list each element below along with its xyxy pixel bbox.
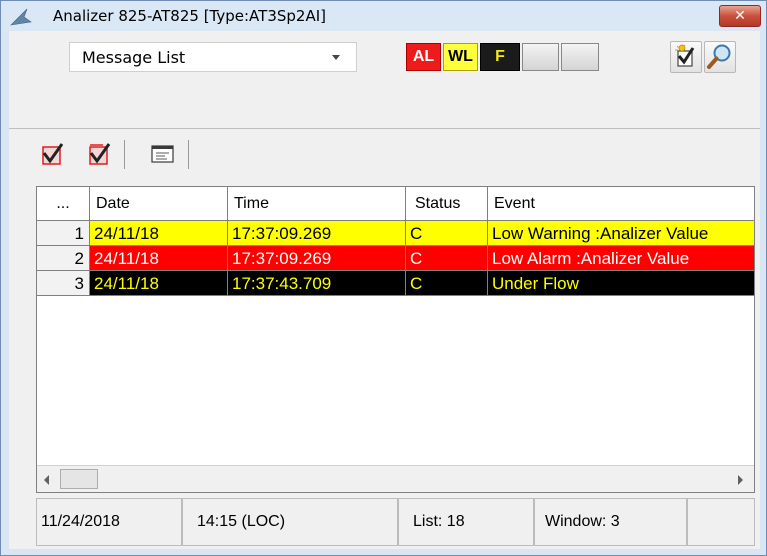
scroll-right-icon[interactable] — [738, 475, 743, 485]
alarm-flag[interactable]: AL — [406, 43, 441, 71]
horizontal-scrollbar[interactable] — [37, 465, 754, 492]
grid-header: ... Date Time Status Event — [37, 187, 754, 221]
acknowledge-all-button[interactable] — [87, 141, 113, 167]
column-header-index[interactable]: ... — [37, 187, 90, 220]
scrollbar-thumb[interactable] — [60, 469, 98, 489]
status-bar: 11/24/2018 14:15 (LOC) List: 18 Window: … — [36, 498, 755, 546]
row-time: 17:37:09.269 — [228, 221, 406, 246]
empty-flag-1[interactable] — [522, 43, 559, 71]
row-time: 17:37:09.269 — [228, 246, 406, 271]
acknowledge-button[interactable] — [670, 41, 702, 73]
row-event: Low Alarm :Analizer Value — [488, 246, 754, 271]
scroll-left-icon[interactable] — [44, 475, 49, 485]
column-header-status[interactable]: Status — [406, 187, 488, 220]
close-icon: ✕ — [734, 8, 746, 24]
row-date: 24/11/18 — [90, 271, 228, 296]
toolbar-separator — [124, 140, 125, 169]
status-window-count: Window: 3 — [534, 498, 687, 546]
window-title: Analizer 825-AT825 [Type:AT3Sp2AI] — [53, 7, 326, 25]
magnifier-icon — [707, 44, 731, 69]
toolbar-divider — [9, 128, 760, 129]
warning-flag[interactable]: WL — [443, 43, 478, 71]
column-header-event[interactable]: Event — [488, 187, 754, 220]
status-date: 11/24/2018 — [36, 498, 182, 546]
row-status: C — [406, 246, 488, 271]
message-detail-icon — [151, 145, 174, 163]
toolbar-separator — [188, 140, 189, 169]
row-date: 24/11/18 — [90, 246, 228, 271]
search-button[interactable] — [704, 41, 736, 73]
fault-flag[interactable]: F — [480, 43, 520, 71]
row-time: 17:37:43.709 — [228, 271, 406, 296]
table-row[interactable]: 1 24/11/18 17:37:09.269 C Low Warning :A… — [37, 221, 754, 246]
analizer-window: Analizer 825-AT825 [Type:AT3Sp2AI] ✕ Mes… — [0, 0, 767, 556]
row-number: 2 — [37, 246, 90, 271]
status-time: 14:15 (LOC) — [182, 498, 398, 546]
empty-flag-2[interactable] — [561, 43, 599, 71]
view-select-value: Message List — [82, 48, 186, 67]
row-date: 24/11/18 — [90, 221, 228, 246]
column-header-date[interactable]: Date — [90, 187, 228, 220]
status-list-count: List: 18 — [398, 498, 534, 546]
title-bar[interactable]: Analizer 825-AT825 [Type:AT3Sp2AI] ✕ — [1, 1, 766, 31]
acknowledge-icon — [675, 44, 695, 67]
row-event: Under Flow — [488, 271, 754, 296]
message-grid: ... Date Time Status Event 1 24/11/18 17… — [36, 186, 755, 493]
row-status: C — [406, 221, 488, 246]
app-icon — [10, 8, 32, 26]
acknowledge-one-button[interactable] — [40, 141, 66, 167]
acknowledge-one-icon — [42, 143, 64, 165]
message-detail-button[interactable] — [149, 141, 175, 167]
table-row[interactable]: 3 24/11/18 17:37:43.709 C Under Flow — [37, 271, 754, 296]
view-select[interactable]: Message List — [69, 42, 357, 72]
column-header-time[interactable]: Time — [228, 187, 406, 220]
row-number: 1 — [37, 221, 90, 246]
row-status: C — [406, 271, 488, 296]
chevron-down-icon — [332, 55, 340, 60]
acknowledge-all-icon — [89, 143, 111, 165]
close-button[interactable]: ✕ — [719, 5, 761, 27]
status-empty-panel — [687, 498, 755, 546]
row-event: Low Warning :Analizer Value — [488, 221, 754, 246]
row-number: 3 — [37, 271, 90, 296]
table-row[interactable]: 2 24/11/18 17:37:09.269 C Low Alarm :Ana… — [37, 246, 754, 271]
